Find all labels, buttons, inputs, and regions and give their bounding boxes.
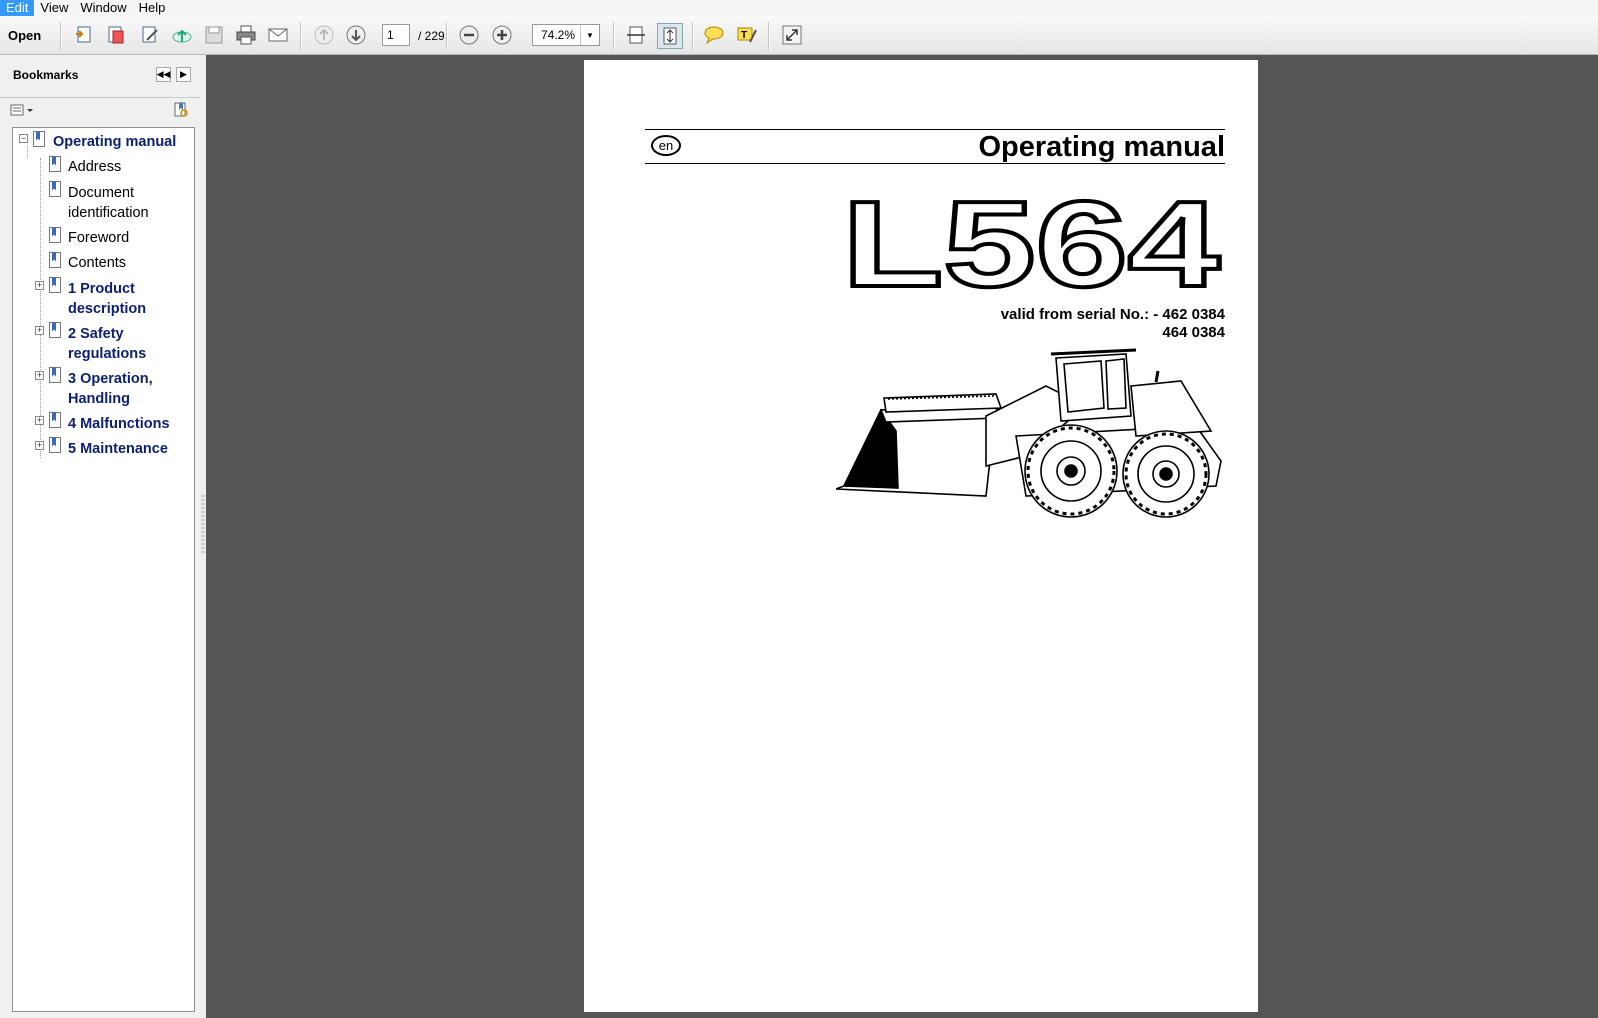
- serial-line-2: 464 0384: [1162, 324, 1225, 341]
- model-logo: L564: [842, 198, 1222, 292]
- bookmark-document-identification[interactable]: Document identification: [68, 183, 183, 223]
- expand-icon[interactable]: +: [35, 281, 44, 290]
- bookmark-foreword[interactable]: Foreword: [68, 228, 129, 248]
- edit-document-icon[interactable]: [138, 23, 162, 47]
- open-button[interactable]: Open: [8, 28, 41, 43]
- bookmark-malfunctions[interactable]: 4 Malfunctions: [68, 414, 170, 434]
- bookmark-icon: [49, 437, 61, 453]
- menu-view[interactable]: View: [34, 0, 74, 16]
- print-icon[interactable]: [234, 23, 258, 47]
- bookmark-icon: [49, 252, 61, 268]
- combine-files-icon[interactable]: [104, 23, 128, 47]
- menu-help[interactable]: Help: [133, 0, 172, 16]
- comment-icon[interactable]: [702, 23, 726, 47]
- bookmark-operation-handling[interactable]: 3 Operation, Handling: [68, 369, 183, 409]
- find-bookmark-icon[interactable]: [171, 101, 191, 122]
- menu-window[interactable]: Window: [74, 0, 132, 16]
- bookmarks-title: Bookmarks: [13, 68, 79, 82]
- bookmarks-header: Bookmarks ◀◀ ▶: [0, 55, 200, 98]
- page-number-input[interactable]: [382, 24, 410, 46]
- zoom-select[interactable]: 74.2% ▼: [532, 24, 600, 46]
- bookmark-icon: [49, 412, 61, 428]
- wheel-loader-illustration: [836, 348, 1222, 518]
- previous-page-icon[interactable]: [312, 23, 336, 47]
- menu-edit[interactable]: Edit: [0, 0, 35, 16]
- expand-icon[interactable]: +: [35, 371, 44, 380]
- bookmark-icon: [33, 131, 45, 147]
- svg-text:T: T: [741, 30, 747, 41]
- model-name: L564: [842, 198, 1220, 292]
- fit-width-icon[interactable]: [624, 23, 648, 47]
- bookmark-icon: [49, 322, 61, 338]
- toolbar-separator: [768, 22, 770, 50]
- document-title: Operating manual: [978, 131, 1225, 163]
- bookmark-icon: [49, 227, 61, 243]
- bookmark-operating-manual[interactable]: Operating manual: [53, 132, 176, 152]
- expand-icon[interactable]: +: [35, 416, 44, 425]
- bookmark-options-icon[interactable]: [10, 103, 36, 120]
- toolbar-separator: [446, 22, 448, 50]
- expand-icon[interactable]: +: [35, 326, 44, 335]
- highlight-text-icon[interactable]: T: [735, 23, 759, 47]
- chevron-down-icon[interactable]: ▼: [580, 25, 599, 45]
- bookmark-maintenance[interactable]: 5 Maintenance: [68, 439, 168, 459]
- bookmark-safety-regulations[interactable]: 2 Safety regulations: [68, 324, 183, 364]
- upload-cloud-icon[interactable]: [170, 23, 194, 47]
- serial-line-1: valid from serial No.: - 462 0384: [1000, 306, 1225, 323]
- bookmark-icon: [49, 156, 61, 172]
- expand-panel-icon[interactable]: ▶: [176, 67, 191, 82]
- create-pdf-icon[interactable]: [72, 23, 96, 47]
- tree-line: [27, 145, 28, 158]
- next-page-icon[interactable]: [344, 23, 368, 47]
- header-rule: [645, 129, 1225, 130]
- bookmarks-panel: Bookmarks ◀◀ ▶ − Operating manual Addres…: [0, 55, 201, 1018]
- save-icon[interactable]: [202, 23, 226, 47]
- bookmark-icon: [49, 367, 61, 383]
- zoom-in-icon[interactable]: [490, 23, 514, 47]
- email-icon[interactable]: [266, 23, 290, 47]
- bookmark-tree: − Operating manual Address Document iden…: [12, 127, 195, 1012]
- zoom-value: 74.2%: [541, 28, 576, 42]
- document-viewer[interactable]: en Operating manual L564 valid from seri…: [206, 55, 1598, 1018]
- bookmark-address[interactable]: Address: [68, 157, 121, 177]
- expand-icon[interactable]: +: [35, 441, 44, 450]
- page-total: / 229: [418, 29, 445, 43]
- collapse-panel-icon[interactable]: ◀◀: [156, 67, 171, 82]
- toolbar-separator: [60, 22, 62, 50]
- toolbar-separator: [300, 22, 302, 50]
- menu-bar: Edit View Window Help: [0, 0, 1598, 16]
- bookmark-icon: [49, 181, 61, 197]
- toolbar: Open / 229 74.2% ▼: [0, 16, 1598, 55]
- language-badge: en: [651, 135, 681, 156]
- zoom-out-icon[interactable]: [457, 23, 481, 47]
- pdf-page: en Operating manual L564 valid from seri…: [584, 60, 1258, 1012]
- tree-line: [40, 158, 41, 458]
- toolbar-separator: [692, 22, 694, 50]
- bookmark-contents[interactable]: Contents: [68, 253, 126, 273]
- fit-page-icon[interactable]: [657, 23, 683, 49]
- toolbar-separator: [613, 22, 615, 50]
- bookmark-icon: [49, 277, 61, 293]
- full-screen-icon[interactable]: [780, 23, 804, 47]
- collapse-icon[interactable]: −: [19, 134, 28, 143]
- bookmark-product-description[interactable]: 1 Product description: [68, 279, 183, 319]
